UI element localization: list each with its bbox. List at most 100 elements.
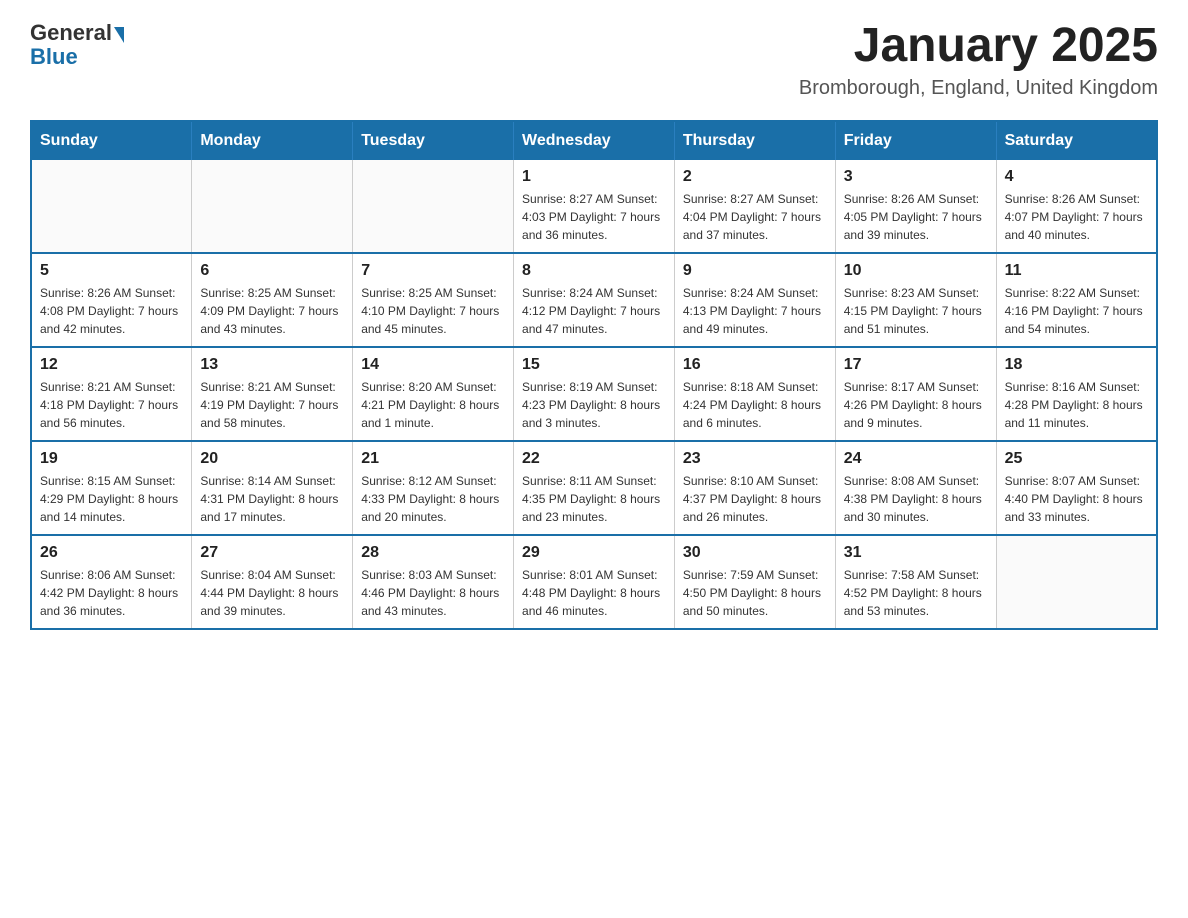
calendar-cell: 28 Sunrise: 8:03 AM Sunset: 4:46 PM Dayli… [353, 535, 514, 629]
calendar-cell: 5 Sunrise: 8:26 AM Sunset: 4:08 PM Daylig… [31, 253, 192, 347]
day-number: 29 [522, 544, 666, 562]
calendar-cell: 26 Sunrise: 8:06 AM Sunset: 4:42 PM Dayli… [31, 535, 192, 629]
day-info: Sunrise: 8:19 AM Sunset: 4:23 PM Dayligh… [522, 378, 666, 432]
calendar-cell: 31Sunrise: 7:58 AM Sunset: 4:52 PM Dayli… [835, 535, 996, 629]
calendar-cell [996, 535, 1157, 629]
day-info: Sunrise: 8:24 AM Sunset: 4:12 PM Dayligh… [522, 284, 666, 338]
day-number: 19 [40, 450, 183, 468]
day-number: 16 [683, 356, 827, 374]
calendar-week-row: 12Sunrise: 8:21 AM Sunset: 4:18 PM Dayli… [31, 347, 1157, 441]
calendar-week-row: 19 Sunrise: 8:15 AM Sunset: 4:29 PM Dayli… [31, 441, 1157, 535]
calendar-cell: 27 Sunrise: 8:04 AM Sunset: 4:44 PM Dayli… [192, 535, 353, 629]
day-info: Sunrise: 8:01 AM Sunset: 4:48 PM Dayligh… [522, 566, 666, 620]
logo-triangle-icon [114, 27, 124, 43]
day-number: 4 [1005, 168, 1148, 186]
calendar-header-tuesday: Tuesday [353, 121, 514, 160]
day-info: Sunrise: 8:18 AM Sunset: 4:24 PM Dayligh… [683, 378, 827, 432]
calendar-table: SundayMondayTuesdayWednesdayThursdayFrid… [30, 120, 1158, 630]
day-info: Sunrise: 7:59 AM Sunset: 4:50 PM Dayligh… [683, 566, 827, 620]
day-number: 6 [200, 262, 344, 280]
calendar-cell: 23Sunrise: 8:10 AM Sunset: 4:37 PM Dayli… [674, 441, 835, 535]
calendar-header-thursday: Thursday [674, 121, 835, 160]
day-info: Sunrise: 8:26 AM Sunset: 4:05 PM Dayligh… [844, 190, 988, 244]
day-info: Sunrise: 8:21 AM Sunset: 4:19 PM Dayligh… [200, 378, 344, 432]
calendar-cell: 29 Sunrise: 8:01 AM Sunset: 4:48 PM Dayli… [514, 535, 675, 629]
day-info: Sunrise: 8:22 AM Sunset: 4:16 PM Dayligh… [1005, 284, 1148, 338]
location-subtitle: Bromborough, England, United Kingdom [799, 77, 1158, 100]
day-number: 27 [200, 544, 344, 562]
day-number: 18 [1005, 356, 1148, 374]
calendar-cell: 8 Sunrise: 8:24 AM Sunset: 4:12 PM Daylig… [514, 253, 675, 347]
logo-blue-text: Blue [30, 44, 78, 70]
day-number: 15 [522, 356, 666, 374]
calendar-header-saturday: Saturday [996, 121, 1157, 160]
month-title: January 2025 [799, 20, 1158, 73]
calendar-cell: 7 Sunrise: 8:25 AM Sunset: 4:10 PM Daylig… [353, 253, 514, 347]
calendar-cell: 30Sunrise: 7:59 AM Sunset: 4:50 PM Dayli… [674, 535, 835, 629]
calendar-cell: 11 Sunrise: 8:22 AM Sunset: 4:16 PM Dayli… [996, 253, 1157, 347]
day-info: Sunrise: 8:15 AM Sunset: 4:29 PM Dayligh… [40, 472, 183, 526]
day-info: Sunrise: 8:25 AM Sunset: 4:10 PM Dayligh… [361, 284, 505, 338]
day-info: Sunrise: 8:23 AM Sunset: 4:15 PM Dayligh… [844, 284, 988, 338]
day-number: 7 [361, 262, 505, 280]
calendar-cell: 25 Sunrise: 8:07 AM Sunset: 4:40 PM Dayli… [996, 441, 1157, 535]
calendar-header-monday: Monday [192, 121, 353, 160]
calendar-cell [31, 160, 192, 253]
day-info: Sunrise: 8:08 AM Sunset: 4:38 PM Dayligh… [844, 472, 988, 526]
day-info: Sunrise: 8:27 AM Sunset: 4:03 PM Dayligh… [522, 190, 666, 244]
day-info: Sunrise: 8:06 AM Sunset: 4:42 PM Dayligh… [40, 566, 183, 620]
day-info: Sunrise: 8:17 AM Sunset: 4:26 PM Dayligh… [844, 378, 988, 432]
day-info: Sunrise: 8:26 AM Sunset: 4:08 PM Dayligh… [40, 284, 183, 338]
day-number: 25 [1005, 450, 1148, 468]
day-info: Sunrise: 8:11 AM Sunset: 4:35 PM Dayligh… [522, 472, 666, 526]
day-number: 13 [200, 356, 344, 374]
day-number: 1 [522, 168, 666, 186]
calendar-cell: 17 Sunrise: 8:17 AM Sunset: 4:26 PM Dayli… [835, 347, 996, 441]
calendar-cell: 20Sunrise: 8:14 AM Sunset: 4:31 PM Dayli… [192, 441, 353, 535]
day-number: 31 [844, 544, 988, 562]
day-info: Sunrise: 8:25 AM Sunset: 4:09 PM Dayligh… [200, 284, 344, 338]
day-info: Sunrise: 8:27 AM Sunset: 4:04 PM Dayligh… [683, 190, 827, 244]
day-number: 5 [40, 262, 183, 280]
day-info: Sunrise: 8:03 AM Sunset: 4:46 PM Dayligh… [361, 566, 505, 620]
calendar-cell: 21Sunrise: 8:12 AM Sunset: 4:33 PM Dayli… [353, 441, 514, 535]
day-info: Sunrise: 8:04 AM Sunset: 4:44 PM Dayligh… [200, 566, 344, 620]
calendar-cell: 6 Sunrise: 8:25 AM Sunset: 4:09 PM Daylig… [192, 253, 353, 347]
day-info: Sunrise: 8:14 AM Sunset: 4:31 PM Dayligh… [200, 472, 344, 526]
day-number: 10 [844, 262, 988, 280]
calendar-cell [192, 160, 353, 253]
day-info: Sunrise: 8:07 AM Sunset: 4:40 PM Dayligh… [1005, 472, 1148, 526]
calendar-cell: 16 Sunrise: 8:18 AM Sunset: 4:24 PM Dayli… [674, 347, 835, 441]
calendar-header-wednesday: Wednesday [514, 121, 675, 160]
page-header: General Blue January 2025 Bromborough, E… [30, 20, 1158, 100]
calendar-header-sunday: Sunday [31, 121, 192, 160]
calendar-cell: 4 Sunrise: 8:26 AM Sunset: 4:07 PM Daylig… [996, 160, 1157, 253]
day-number: 2 [683, 168, 827, 186]
calendar-header-friday: Friday [835, 121, 996, 160]
calendar-cell: 2 Sunrise: 8:27 AM Sunset: 4:04 PM Daylig… [674, 160, 835, 253]
logo-general-text: General [30, 20, 112, 46]
calendar-cell: 24Sunrise: 8:08 AM Sunset: 4:38 PM Dayli… [835, 441, 996, 535]
calendar-cell: 15 Sunrise: 8:19 AM Sunset: 4:23 PM Dayli… [514, 347, 675, 441]
day-info: Sunrise: 8:20 AM Sunset: 4:21 PM Dayligh… [361, 378, 505, 432]
day-number: 8 [522, 262, 666, 280]
day-number: 14 [361, 356, 505, 374]
calendar-cell: 18Sunrise: 8:16 AM Sunset: 4:28 PM Dayli… [996, 347, 1157, 441]
day-number: 26 [40, 544, 183, 562]
calendar-cell: 19 Sunrise: 8:15 AM Sunset: 4:29 PM Dayli… [31, 441, 192, 535]
day-number: 9 [683, 262, 827, 280]
day-number: 22 [522, 450, 666, 468]
calendar-cell: 14 Sunrise: 8:20 AM Sunset: 4:21 PM Dayli… [353, 347, 514, 441]
calendar-cell: 22 Sunrise: 8:11 AM Sunset: 4:35 PM Dayli… [514, 441, 675, 535]
calendar-cell: 12Sunrise: 8:21 AM Sunset: 4:18 PM Dayli… [31, 347, 192, 441]
day-number: 17 [844, 356, 988, 374]
day-info: Sunrise: 8:24 AM Sunset: 4:13 PM Dayligh… [683, 284, 827, 338]
day-info: Sunrise: 8:26 AM Sunset: 4:07 PM Dayligh… [1005, 190, 1148, 244]
day-number: 3 [844, 168, 988, 186]
day-info: Sunrise: 8:12 AM Sunset: 4:33 PM Dayligh… [361, 472, 505, 526]
calendar-cell [353, 160, 514, 253]
logo: General Blue [30, 20, 124, 70]
day-number: 11 [1005, 262, 1148, 280]
calendar-cell: 3 Sunrise: 8:26 AM Sunset: 4:05 PM Daylig… [835, 160, 996, 253]
day-number: 28 [361, 544, 505, 562]
